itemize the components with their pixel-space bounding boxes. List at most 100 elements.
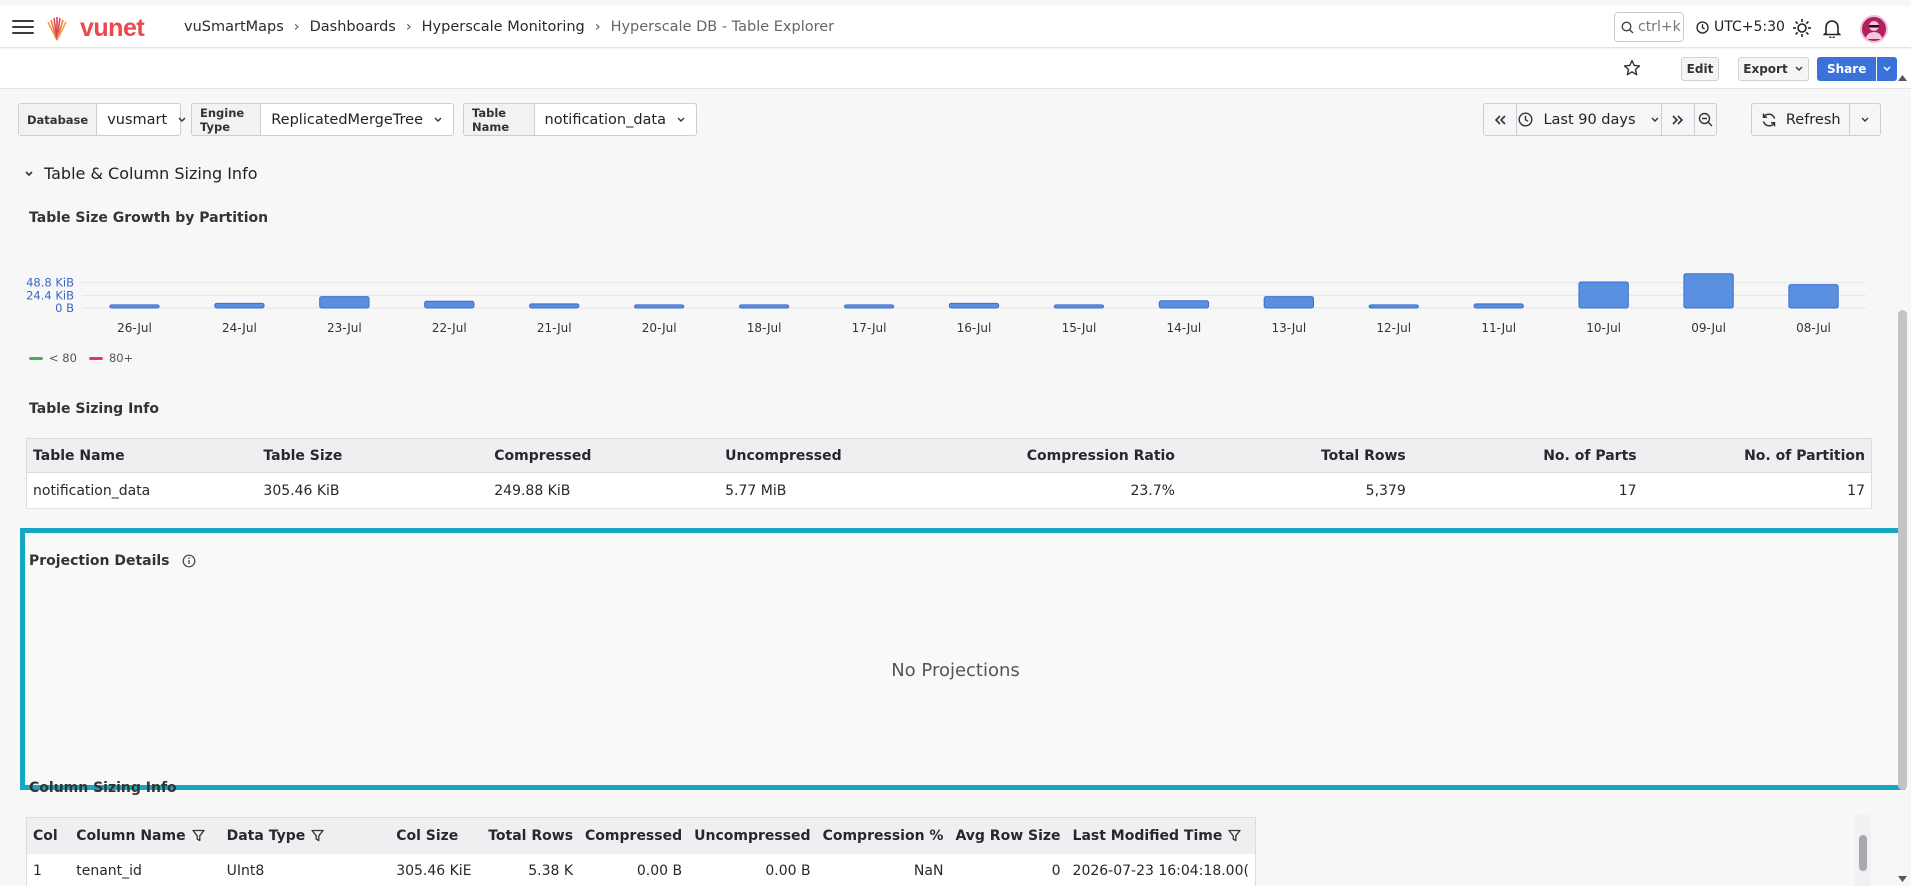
x-tick-label: 17-Jul	[852, 321, 887, 335]
x-tick-label: 14-Jul	[1167, 321, 1202, 335]
share-options-button[interactable]	[1877, 57, 1898, 81]
database-select[interactable]: vusmart	[97, 104, 197, 135]
x-tick-label: 18-Jul	[747, 321, 782, 335]
column-sizing-title: Column Sizing Info	[29, 780, 177, 796]
bar[interactable]	[1683, 273, 1734, 309]
time-forward-button[interactable]	[1662, 104, 1695, 135]
time-range-picker[interactable]: Last 90 days	[1517, 104, 1662, 135]
bar[interactable]	[214, 302, 265, 309]
engine-type-select[interactable]: ReplicatedMergeTree	[261, 104, 453, 135]
scroll-up-arrow-icon[interactable]	[1897, 74, 1908, 82]
table-cell: 5.38 K	[528, 863, 574, 880]
column-header[interactable]: Uncompressed	[688, 817, 817, 854]
filter-icon[interactable]	[1228, 829, 1242, 842]
x-tick-label: 24-Jul	[222, 321, 257, 335]
chevron-down-icon	[1651, 117, 1659, 122]
zoom-out-icon	[1698, 112, 1713, 127]
refresh-interval-button[interactable]	[1850, 104, 1880, 135]
favorite-button[interactable]	[1623, 59, 1641, 81]
search-box[interactable]	[1614, 12, 1684, 42]
logo[interactable]: vunet	[46, 14, 145, 43]
bar[interactable]	[1263, 296, 1314, 309]
table-cell: 2026-07-23 16:04:18.00(	[1072, 863, 1249, 880]
bar[interactable]	[843, 304, 895, 309]
legend-label: 80+	[108, 351, 134, 365]
column-header[interactable]: Total Rows	[477, 817, 580, 854]
avatar[interactable]	[1860, 15, 1888, 43]
legend-item[interactable]: 80+	[88, 351, 134, 365]
breadcrumb-hyperscale-monitoring[interactable]: Hyperscale Monitoring	[422, 19, 585, 35]
column-header[interactable]: Uncompressed	[719, 438, 951, 473]
bar[interactable]	[1578, 281, 1629, 309]
bar[interactable]	[948, 302, 1000, 309]
table-row: 1 tenant_id UInt8 305.46 KiE 5.38 K 0.00…	[27, 854, 1256, 886]
edit-button[interactable]: Edit	[1681, 57, 1719, 81]
bar[interactable]	[424, 300, 475, 309]
breadcrumb-separator: ›	[594, 19, 601, 35]
sun-icon	[1793, 19, 1811, 37]
column-header[interactable]: Compressed	[488, 438, 720, 473]
chevron-down-icon	[1861, 117, 1869, 122]
filter-icon[interactable]	[311, 829, 324, 842]
column-header[interactable]: Table Name	[26, 438, 258, 473]
theme-toggle-button[interactable]	[1792, 18, 1812, 42]
column-header[interactable]: No. of Parts	[1411, 438, 1643, 473]
column-header[interactable]: Table Size	[257, 438, 489, 473]
bar[interactable]	[634, 304, 685, 309]
bar[interactable]	[529, 303, 580, 309]
column-header[interactable]: Compressed	[579, 817, 689, 854]
legend-item[interactable]: < 80	[29, 351, 77, 365]
table-scrollbar-thumb[interactable]	[1859, 835, 1867, 871]
table-name-select[interactable]: notification_data	[535, 104, 696, 135]
column-header[interactable]: Col Size	[390, 817, 478, 854]
table-cell: 0.00 B	[765, 863, 811, 880]
column-header[interactable]: Avg Row Size	[949, 817, 1067, 854]
notifications-button[interactable]	[1822, 18, 1842, 42]
column-header-with-filter[interactable]: Data Type	[220, 817, 391, 854]
x-tick-label: 23-Jul	[327, 321, 362, 335]
table-size-bar-chart: 0 B24.4 KiB48.8 KiB 26-Jul 24-Jul 23-Jul 22-…	[26, 273, 1866, 335]
bar[interactable]	[319, 296, 370, 309]
column-header[interactable]: Compression %	[816, 817, 950, 854]
table-cell: 0.00 B	[636, 863, 683, 880]
column-header-with-filter[interactable]: Last Modified Time	[1066, 817, 1256, 854]
x-tick-label: 09-Jul	[1691, 321, 1726, 335]
breadcrumb-separator: ›	[293, 19, 300, 35]
filter-icon[interactable]	[191, 829, 205, 842]
column-header[interactable]: Total Rows	[1180, 438, 1412, 473]
menu-icon[interactable]	[12, 18, 34, 36]
bar[interactable]	[109, 304, 160, 309]
bar[interactable]	[1368, 304, 1419, 309]
bar[interactable]	[1473, 303, 1524, 309]
x-tick-label: 10-Jul	[1586, 321, 1621, 335]
bar[interactable]	[738, 304, 790, 309]
bar[interactable]	[1158, 300, 1210, 309]
share-button-group: Share	[1817, 57, 1898, 81]
refresh-icon	[1762, 112, 1776, 127]
column-header[interactable]: Compression Ratio	[950, 438, 1181, 473]
info-icon[interactable]	[182, 554, 196, 568]
timezone-label: UTC+5:30	[1714, 19, 1785, 35]
column-header-with-filter[interactable]: Column Name	[70, 817, 221, 854]
export-button[interactable]: Export	[1738, 57, 1809, 81]
refresh-button[interactable]: Refresh	[1752, 104, 1851, 135]
section-toggle[interactable]: Table & Column Sizing Info	[24, 164, 258, 183]
time-back-button[interactable]	[1484, 104, 1517, 135]
bar[interactable]	[1053, 304, 1105, 309]
time-range-controls: Last 90 days	[1483, 103, 1717, 136]
timezone-selector[interactable]: UTC+5:30	[1696, 19, 1785, 35]
page-scrollbar[interactable]	[1898, 310, 1907, 790]
share-button[interactable]: Share	[1817, 57, 1877, 81]
zoom-out-button[interactable]	[1695, 104, 1716, 135]
table-scrollbar[interactable]	[1855, 815, 1871, 886]
column-header[interactable]: Col	[26, 817, 71, 854]
chevron-down-icon	[25, 170, 33, 176]
breadcrumb-dashboards[interactable]: Dashboards	[310, 19, 396, 35]
logo-text: vunet	[80, 14, 145, 42]
search-input[interactable]	[1638, 19, 1682, 35]
breadcrumb-vusmartmaps[interactable]: vuSmartMaps	[184, 19, 284, 35]
database-filter-label: Database	[19, 104, 98, 135]
scroll-down-arrow-icon[interactable]	[1897, 875, 1908, 883]
bar[interactable]	[1788, 284, 1839, 309]
column-header[interactable]: No. of Partition	[1642, 438, 1872, 473]
